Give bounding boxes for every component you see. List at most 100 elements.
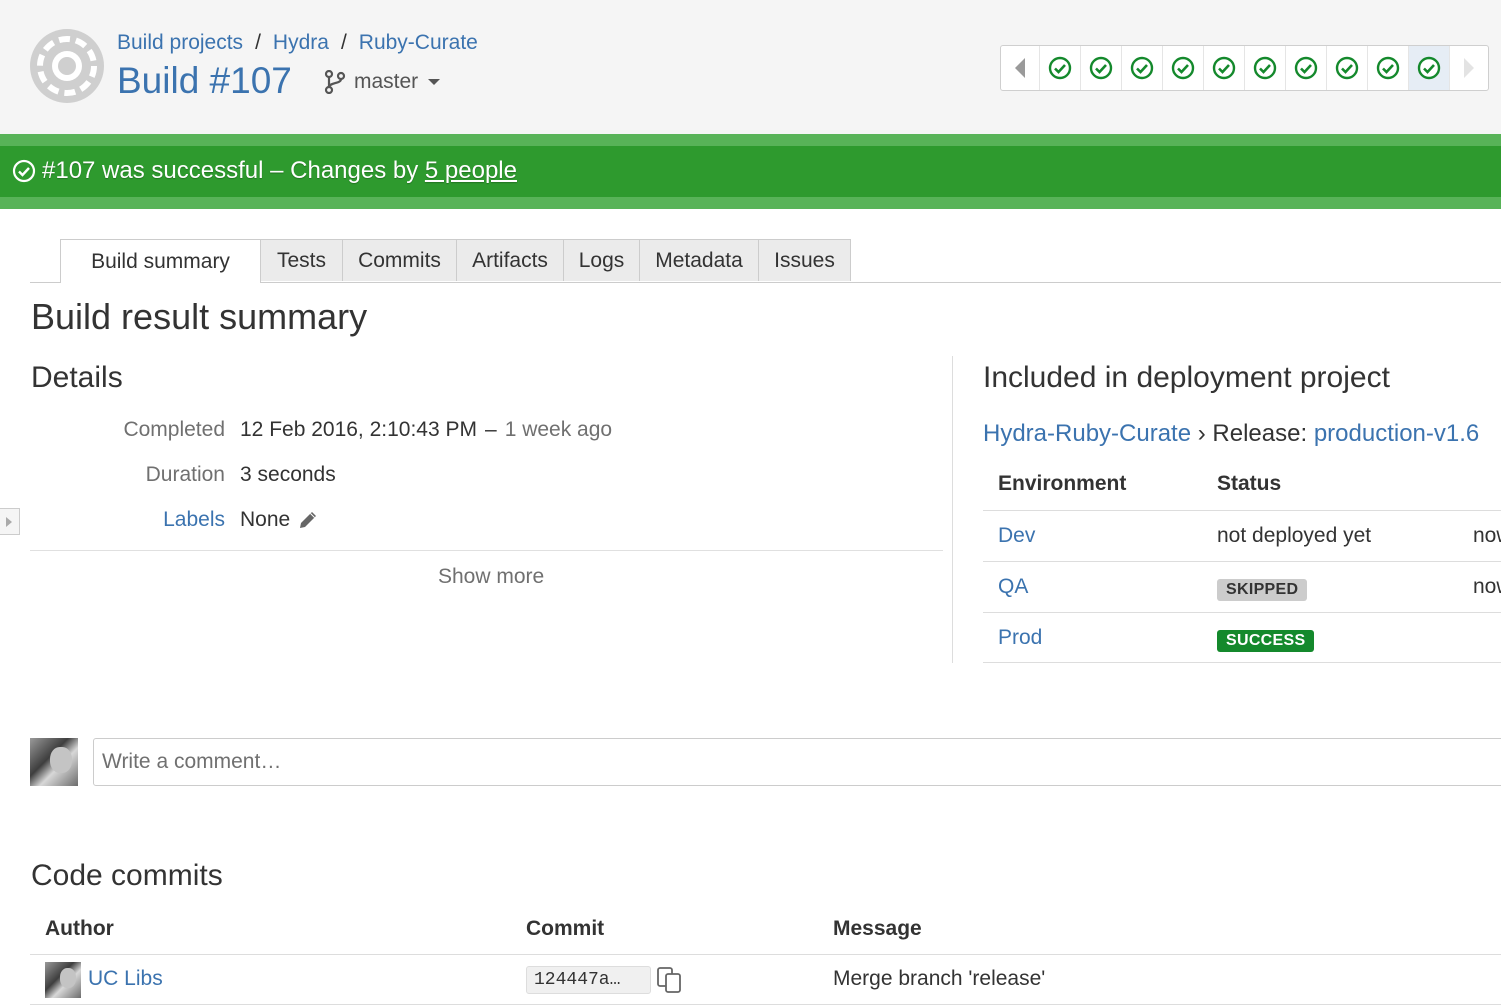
- branch-selector[interactable]: master: [324, 70, 441, 94]
- success-check-icon: [1130, 56, 1154, 80]
- build-history-strip: [1000, 45, 1489, 91]
- section-heading: Build result summary: [31, 296, 368, 337]
- message-column-header: Message: [833, 917, 922, 940]
- status-text: #107 was successful – Changes by: [42, 157, 425, 184]
- completed-relative: 1 week ago: [504, 418, 613, 441]
- build-header: Build projects / Hydra / Ruby-Curate Build #…: [0, 0, 1501, 134]
- tab-artifacts[interactable]: Artifacts: [456, 239, 564, 281]
- environment-extra-text: now: [1473, 524, 1501, 547]
- environment-column-header: Environment: [998, 472, 1127, 495]
- pencil-icon[interactable]: [298, 510, 318, 530]
- commit-author-link[interactable]: UC Libs: [88, 967, 163, 991]
- commit-author-avatar: [45, 962, 81, 998]
- chevron-down-icon: [428, 79, 441, 85]
- branch-name: master: [354, 70, 419, 93]
- sidebar-expand-handle[interactable]: [0, 508, 20, 535]
- breadcrumb-separator: /: [255, 31, 261, 54]
- duration-label: Duration: [145, 463, 225, 486]
- environment-link-qa[interactable]: QA: [998, 575, 1028, 599]
- success-check-icon: [1212, 56, 1236, 80]
- build-status-banner: #107 was successful – Changes by 5 peopl…: [0, 134, 1501, 209]
- comment-input[interactable]: [93, 738, 1501, 786]
- environment-status-text: not deployed yet: [1217, 524, 1372, 547]
- environment-row: QA SKIPPED now: [983, 561, 1501, 612]
- commits-heading: Code commits: [31, 859, 223, 892]
- status-badge-skipped: SKIPPED: [1217, 579, 1308, 601]
- changes-people-link[interactable]: 5 people: [425, 157, 517, 184]
- build-result-1[interactable]: [1039, 46, 1080, 90]
- copy-icon[interactable]: [656, 966, 684, 994]
- build-result-2[interactable]: [1080, 46, 1121, 90]
- labels-none: None: [240, 508, 291, 531]
- build-result-4[interactable]: [1162, 46, 1203, 90]
- duration-value: 3 seconds: [240, 463, 336, 486]
- show-more-link[interactable]: Show more: [438, 565, 544, 589]
- build-result-6[interactable]: [1244, 46, 1285, 90]
- environment-link-prod[interactable]: Prod: [998, 626, 1042, 650]
- completed-label: Completed: [123, 418, 225, 441]
- chevron-left-icon: [1015, 58, 1025, 78]
- environment-row: Dev not deployed yet now: [983, 510, 1501, 561]
- tab-build-summary[interactable]: Build summary: [60, 239, 261, 283]
- details-heading: Details: [31, 361, 123, 394]
- success-check-icon: [1089, 56, 1113, 80]
- labels-value: None: [240, 508, 318, 532]
- success-check-icon: [1171, 56, 1195, 80]
- release-link[interactable]: production-v1.6: [1314, 420, 1479, 447]
- author-column-header: Author: [45, 917, 114, 940]
- commit-hash[interactable]: 124447a…: [526, 966, 651, 994]
- tab-commits[interactable]: Commits: [342, 239, 457, 281]
- build-result-9[interactable]: [1367, 46, 1408, 90]
- build-result-8[interactable]: [1326, 46, 1367, 90]
- chevron-right-icon: [1464, 58, 1474, 78]
- release-separator: ›: [1197, 420, 1206, 447]
- tab-metadata[interactable]: Metadata: [639, 239, 759, 281]
- success-check-icon: [1417, 56, 1441, 80]
- deployment-project-link[interactable]: Hydra-Ruby-Curate: [983, 420, 1191, 447]
- build-result-7[interactable]: [1285, 46, 1326, 90]
- success-check-icon: [1294, 56, 1318, 80]
- deployment-release-line: Hydra-Ruby-Curate › Release: production-…: [983, 420, 1479, 448]
- deployment-heading: Included in deployment project: [983, 361, 1390, 394]
- branch-icon: [324, 70, 346, 94]
- breadcrumb-separator: /: [340, 31, 347, 54]
- success-check-icon: [12, 159, 36, 183]
- previous-build-button[interactable]: [1001, 46, 1039, 90]
- success-check-icon: [1048, 56, 1072, 80]
- page-title: Build #107: [117, 60, 292, 101]
- next-build-button[interactable]: [1449, 46, 1488, 90]
- environment-link-dev[interactable]: Dev: [998, 524, 1035, 548]
- success-check-icon: [1376, 56, 1400, 80]
- commit-message: Merge branch 'release': [833, 967, 1046, 990]
- bamboo-logo-icon: [30, 29, 104, 103]
- completed-dash: –: [485, 418, 497, 441]
- breadcrumb: Build projects / Hydra / Ruby-Curate: [117, 31, 478, 55]
- commit-column-header: Commit: [526, 917, 605, 940]
- build-result-5[interactable]: [1203, 46, 1244, 90]
- release-label: Release:: [1212, 420, 1308, 447]
- success-check-icon: [1335, 56, 1359, 80]
- tab-tests[interactable]: Tests: [260, 239, 343, 281]
- environment-extra-text: now: [1473, 575, 1501, 598]
- avatar: [30, 738, 78, 786]
- divider: [30, 550, 943, 551]
- tab-logs[interactable]: Logs: [563, 239, 640, 281]
- labels-link[interactable]: Labels: [163, 508, 225, 532]
- build-result-10[interactable]: [1408, 46, 1449, 90]
- breadcrumb-build-projects[interactable]: Build projects: [117, 31, 243, 54]
- divider: [983, 662, 1501, 663]
- environment-row: Prod SUCCESS: [983, 612, 1501, 663]
- breadcrumb-hydra[interactable]: Hydra: [273, 31, 329, 54]
- status-column-header: Status: [1217, 472, 1282, 495]
- breadcrumb-ruby-curate[interactable]: Ruby-Curate: [359, 31, 478, 54]
- tab-bar: Build summary Tests Commits Artifacts Lo…: [30, 239, 1501, 283]
- status-badge-success: SUCCESS: [1217, 630, 1315, 652]
- divider: [30, 1004, 1501, 1005]
- column-divider: [952, 356, 953, 663]
- success-check-icon: [1253, 56, 1277, 80]
- build-result-3[interactable]: [1121, 46, 1162, 90]
- completed-value: 12 Feb 2016, 2:10:43 PM – 1 week ago: [240, 418, 612, 442]
- tab-issues[interactable]: Issues: [758, 239, 851, 281]
- divider: [30, 954, 1501, 955]
- completed-timestamp: 12 Feb 2016, 2:10:43 PM: [240, 418, 477, 441]
